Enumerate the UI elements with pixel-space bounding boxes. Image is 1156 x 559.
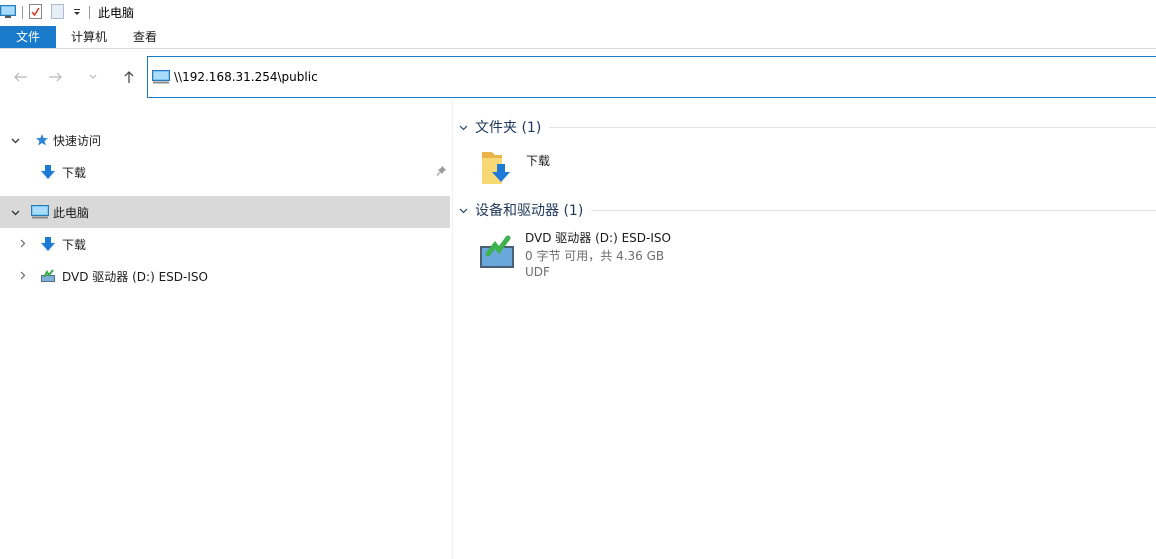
group-header-folders[interactable]: 文件夹 (1) bbox=[459, 117, 1156, 137]
address-bar[interactable] bbox=[147, 56, 1156, 98]
chevron-down-icon[interactable] bbox=[82, 66, 104, 88]
dvd-drive-icon bbox=[478, 232, 516, 273]
drive-item-dvd[interactable]: DVD 驱动器 (D:) ESD-ISO 0 字节 可用，共 4.36 GB U… bbox=[478, 228, 778, 284]
group-header-label: 文件夹 (1) bbox=[475, 120, 542, 136]
download-icon bbox=[39, 235, 57, 253]
new-folder-icon[interactable] bbox=[51, 4, 65, 20]
up-arrow-icon[interactable] bbox=[118, 66, 140, 88]
quick-access-toolbar bbox=[0, 0, 96, 24]
sidebar-item-label: 下载 bbox=[62, 165, 87, 180]
sidebar-item-dvd-drive[interactable]: DVD 驱动器 (D:) ESD-ISO bbox=[0, 260, 450, 292]
drive-label: DVD 驱动器 (D:) ESD-ISO bbox=[525, 231, 671, 245]
navigation-pane: 快速访问 下载 此电脑 下载 DVD 驱动器 (D:) ESD-ISO bbox=[0, 112, 452, 559]
sidebar-item-label: 快速访问 bbox=[53, 133, 102, 148]
sidebar-item-this-pc[interactable]: 此电脑 bbox=[0, 196, 450, 228]
computer-icon bbox=[31, 203, 49, 221]
back-arrow-icon[interactable] bbox=[10, 66, 32, 88]
navigation-row bbox=[0, 56, 1156, 100]
window-title: 此电脑 bbox=[98, 5, 135, 20]
drive-space: 0 字节 可用，共 4.36 GB bbox=[525, 249, 665, 263]
tab-computer[interactable]: 计算机 bbox=[58, 26, 120, 48]
tab-file[interactable]: 文件 bbox=[0, 26, 56, 48]
computer-icon bbox=[152, 69, 170, 85]
group-header-label: 设备和驱动器 (1) bbox=[475, 203, 584, 219]
dvd-drive-icon bbox=[39, 267, 57, 285]
toolbar-separator bbox=[89, 5, 90, 19]
drive-filesystem: UDF bbox=[525, 265, 550, 279]
toolbar-separator bbox=[22, 5, 23, 19]
sidebar-item-downloads-pinned[interactable]: 下载 bbox=[0, 156, 450, 188]
chevron-right-icon[interactable] bbox=[17, 270, 29, 283]
folder-item-downloads[interactable]: 下载 bbox=[478, 146, 598, 192]
chevron-right-icon[interactable] bbox=[17, 238, 29, 251]
chevron-down-icon[interactable] bbox=[459, 121, 471, 134]
sidebar-item-quick-access[interactable]: 快速访问 bbox=[0, 124, 450, 156]
forward-arrow-icon[interactable] bbox=[44, 66, 66, 88]
group-header-devices[interactable]: 设备和驱动器 (1) bbox=[459, 200, 1156, 220]
sidebar-item-label: DVD 驱动器 (D:) ESD-ISO bbox=[62, 269, 208, 284]
address-input[interactable] bbox=[174, 70, 1054, 84]
title-bar: 此电脑 bbox=[0, 0, 1156, 24]
item-label: 下载 bbox=[526, 154, 551, 168]
pane-divider[interactable] bbox=[452, 100, 453, 559]
customize-dropdown-icon[interactable] bbox=[71, 4, 83, 20]
sidebar-item-label: 此电脑 bbox=[53, 205, 90, 220]
chevron-down-icon[interactable] bbox=[459, 204, 471, 217]
tab-view[interactable]: 查看 bbox=[120, 26, 170, 48]
download-icon bbox=[39, 163, 57, 181]
ribbon-tabs: 文件 计算机 查看 bbox=[0, 24, 1156, 49]
chevron-down-icon[interactable] bbox=[9, 206, 21, 219]
star-pin-icon bbox=[33, 131, 51, 149]
computer-icon[interactable] bbox=[0, 4, 16, 20]
group-header-line bbox=[591, 209, 1156, 211]
sidebar-item-downloads[interactable]: 下载 bbox=[0, 228, 450, 260]
downloads-folder-icon bbox=[478, 146, 522, 193]
chevron-down-icon[interactable] bbox=[9, 134, 21, 147]
properties-icon[interactable] bbox=[29, 4, 43, 20]
pin-icon bbox=[436, 165, 448, 179]
sidebar-item-label: 下载 bbox=[62, 237, 87, 252]
group-header-line bbox=[549, 126, 1156, 128]
